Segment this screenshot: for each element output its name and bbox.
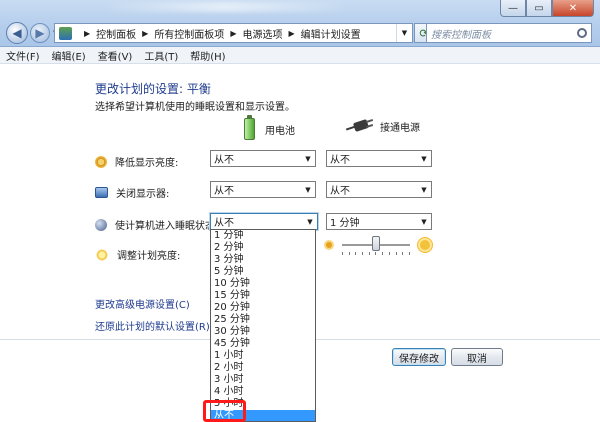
chevron-down-icon: ▼ (421, 185, 427, 194)
menu-tools[interactable]: 工具(T) (144, 48, 178, 63)
slider-track[interactable] (342, 236, 410, 255)
dropdown-option[interactable]: 1 小时 (211, 350, 315, 362)
sleep-battery-select[interactable]: 从不 ▼ (210, 213, 318, 230)
menu-help[interactable]: 帮助(H) (190, 48, 225, 63)
plugged-column-label: 接通电源 (380, 122, 420, 134)
breadcrumb-separator-icon[interactable]: ▶ (288, 29, 294, 38)
maximize-button[interactable]: ▭ (526, 0, 552, 17)
chevron-down-icon: ▼ (305, 154, 311, 163)
blurred-window-title (100, 2, 350, 12)
nav-buttons: ◀ ▶ ▼ (6, 22, 58, 44)
sleep-plugged-select[interactable]: 1 分钟 ▼ (326, 213, 432, 230)
dim-brightness-icon (95, 155, 107, 168)
breadcrumb-separator-icon[interactable]: ▶ (142, 29, 148, 38)
restore-defaults-link[interactable]: 还原此计划的默认设置(R) (95, 318, 210, 333)
breadcrumb-item[interactable]: 所有控制面板项 (154, 26, 224, 41)
row-brightness: 调整计划亮度: (95, 247, 180, 262)
menu-bar: 文件(F) 编辑(E) 查看(V) 工具(T) 帮助(H) (0, 47, 600, 64)
battery-column-header: 用电池 (244, 115, 295, 140)
row-display-off: 关闭显示器: (95, 185, 169, 200)
dropdown-option[interactable]: 25 分钟 (211, 314, 315, 326)
dim-battery-select[interactable]: 从不 ▼ (210, 150, 316, 167)
close-button[interactable]: ✕ (552, 0, 594, 17)
sleep-moon-icon (95, 218, 107, 231)
dropdown-option[interactable]: 3 分钟 (211, 254, 315, 266)
highlight-annotation (203, 400, 246, 422)
dropdown-option[interactable]: 30 分钟 (211, 326, 315, 338)
breadcrumb-separator-icon[interactable]: ▶ (230, 29, 236, 38)
display-off-label: 关闭显示器: (116, 189, 170, 200)
dropdown-option[interactable]: 10 分钟 (211, 278, 315, 290)
sleep-dropdown-list[interactable]: 1 分钟 2 分钟 3 分钟 5 分钟 10 分钟 15 分钟 20 分钟 25 分钟 30 分… (210, 229, 316, 422)
advanced-settings-link[interactable]: 更改高级电源设置(C) (95, 296, 190, 311)
chevron-down-icon: ▼ (305, 185, 311, 194)
row-sleep: 使计算机进入睡眠状态: (95, 217, 218, 232)
dim-sun-icon (326, 242, 332, 248)
display-off-battery-value: 从不 (214, 186, 234, 197)
dim-plugged-value: 从不 (330, 155, 350, 166)
address-end: ▼ (396, 24, 412, 42)
sleep-label: 使计算机进入睡眠状态: (115, 221, 219, 232)
plugged-column-header: 接通电源 (345, 118, 420, 134)
sleep-battery-value: 从不 (214, 218, 234, 229)
monitor-icon (95, 187, 108, 198)
address-bar[interactable]: ▶ 控制面板 ▶ 所有控制面板项 ▶ 电源选项 ▶ 编辑计划设置 ▼ (54, 23, 413, 43)
menu-edit[interactable]: 编辑(E) (52, 48, 86, 63)
battery-column-label: 用电池 (265, 125, 295, 137)
brightness-plugged-slider[interactable] (326, 236, 430, 255)
dropdown-option[interactable]: 2 分钟 (211, 242, 315, 254)
dropdown-option[interactable]: 4 小时 (211, 386, 315, 398)
dropdown-option[interactable]: 1 分钟 (211, 230, 315, 242)
dim-display-label: 降低显示亮度: (115, 158, 179, 169)
breadcrumb: ▶ 控制面板 ▶ 所有控制面板项 ▶ 电源选项 ▶ 编辑计划设置 (78, 26, 361, 41)
cancel-button[interactable]: 取消 (451, 348, 503, 366)
search-icon[interactable] (577, 28, 587, 38)
arrow-left-icon: ◀ (12, 26, 22, 40)
dim-battery-value: 从不 (214, 155, 234, 166)
bright-sun-icon (420, 240, 430, 250)
window-controls: — ▭ ✕ (500, 0, 594, 17)
page-title: 更改计划的设置: 平衡 (95, 82, 211, 96)
power-plug-icon (345, 118, 374, 134)
sun-icon (95, 247, 109, 262)
address-dropdown-icon[interactable]: ▼ (396, 24, 412, 42)
dropdown-option[interactable]: 5 分钟 (211, 266, 315, 278)
menu-file[interactable]: 文件(F) (6, 48, 40, 63)
dropdown-option[interactable]: 15 分钟 (211, 290, 315, 302)
slider-ticks (342, 252, 410, 255)
save-button[interactable]: 保存修改 (392, 348, 446, 366)
chevron-down-icon: ▼ (307, 217, 313, 226)
minimize-button[interactable]: — (500, 0, 526, 17)
dropdown-option[interactable]: 3 小时 (211, 374, 315, 386)
breadcrumb-item[interactable]: 编辑计划设置 (301, 26, 361, 41)
breadcrumb-item[interactable]: 控制面板 (96, 26, 136, 41)
display-off-plugged-select[interactable]: 从不 ▼ (326, 181, 432, 198)
breadcrumb-item[interactable]: 电源选项 (242, 26, 282, 41)
dropdown-option[interactable]: 45 分钟 (211, 338, 315, 350)
display-off-battery-select[interactable]: 从不 ▼ (210, 181, 316, 198)
row-dim-display: 降低显示亮度: (95, 154, 178, 169)
brightness-label: 调整计划亮度: (117, 251, 181, 262)
forward-button[interactable]: ▶ (30, 23, 50, 43)
dim-plugged-select[interactable]: 从不 ▼ (326, 150, 432, 167)
dropdown-option[interactable]: 20 分钟 (211, 302, 315, 314)
search-input[interactable]: 搜索控制面板 (426, 23, 592, 43)
sleep-plugged-value: 1 分钟 (330, 218, 360, 229)
breadcrumb-separator-icon: ▶ (84, 28, 91, 38)
dropdown-option[interactable]: 2 小时 (211, 362, 315, 374)
menu-view[interactable]: 查看(V) (98, 48, 133, 63)
control-panel-icon (59, 26, 72, 40)
page-subtitle: 选择希望计算机使用的睡眠设置和显示设置。 (95, 102, 295, 113)
battery-icon (244, 115, 255, 140)
chevron-down-icon: ▼ (421, 217, 427, 226)
search-placeholder: 搜索控制面板 (431, 29, 491, 41)
chevron-down-icon: ▼ (421, 154, 427, 163)
back-button[interactable]: ◀ (6, 22, 28, 44)
arrow-right-icon: ▶ (35, 26, 45, 40)
window-chrome: — ▭ ✕ ◀ ▶ ▼ ▶ 控制面板 ▶ 所有控制面板项 ▶ 电源选项 ▶ 编辑… (0, 0, 600, 47)
slider-thumb[interactable] (372, 236, 380, 251)
display-off-plugged-value: 从不 (330, 186, 350, 197)
